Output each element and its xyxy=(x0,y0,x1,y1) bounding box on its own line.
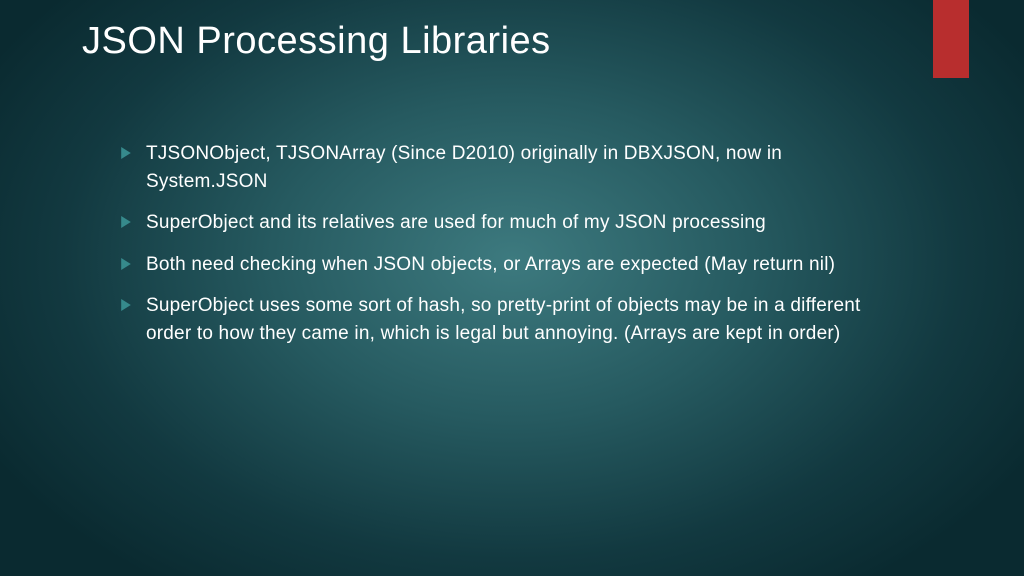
bullet-text: SuperObject uses some sort of hash, so p… xyxy=(146,292,904,347)
bullet-text: Both need checking when JSON objects, or… xyxy=(146,251,835,279)
bullet-marker-icon xyxy=(120,258,132,270)
list-item: SuperObject uses some sort of hash, so p… xyxy=(120,292,904,347)
list-item: Both need checking when JSON objects, or… xyxy=(120,251,904,279)
bullet-list: TJSONObject, TJSONArray (Since D2010) or… xyxy=(120,140,904,361)
bullet-marker-icon xyxy=(120,216,132,228)
list-item: SuperObject and its relatives are used f… xyxy=(120,209,904,237)
bullet-text: SuperObject and its relatives are used f… xyxy=(146,209,766,237)
bullet-marker-icon xyxy=(120,147,132,159)
accent-bar xyxy=(933,0,969,78)
list-item: TJSONObject, TJSONArray (Since D2010) or… xyxy=(120,140,904,195)
slide-title: JSON Processing Libraries xyxy=(82,20,551,63)
bullet-text: TJSONObject, TJSONArray (Since D2010) or… xyxy=(146,140,904,195)
bullet-marker-icon xyxy=(120,299,132,311)
